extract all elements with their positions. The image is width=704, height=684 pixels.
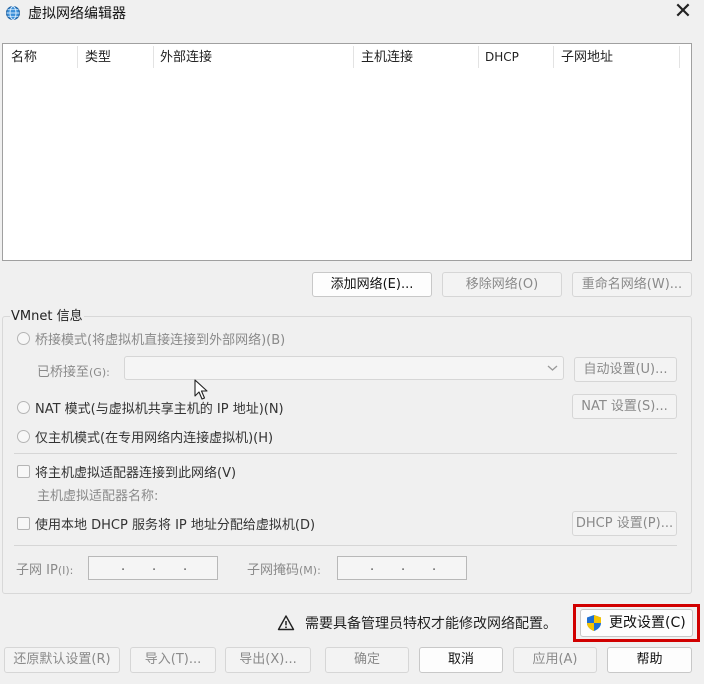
- ip-dot: .: [121, 559, 126, 574]
- subnet-mask-input[interactable]: . . .: [337, 556, 467, 580]
- subnet-ip-input[interactable]: . . .: [88, 556, 218, 580]
- dhcp-label: 使用本地 DHCP 服务将 IP 地址分配给虚拟机(D): [35, 518, 316, 533]
- column-separator[interactable]: [153, 46, 154, 68]
- subnet-mask-text: 子网掩码: [247, 563, 300, 578]
- column-header-external[interactable]: 外部连接: [160, 44, 212, 71]
- subnet-mask-accel: (M):: [299, 564, 321, 577]
- bridged-to-text: 已桥接至: [37, 365, 90, 380]
- dhcp-checkbox[interactable]: [17, 517, 30, 530]
- host-only-radio[interactable]: [17, 430, 30, 443]
- column-header-subnet[interactable]: 子网地址: [561, 44, 613, 71]
- window-title: 虚拟网络编辑器: [28, 6, 126, 22]
- admin-warning-text: 需要具备管理员特权才能修改网络配置。: [305, 616, 557, 632]
- subnet-mask-label: 子网掩码(M):: [247, 559, 321, 578]
- dhcp-settings-button[interactable]: DHCP 设置(P)...: [572, 511, 677, 536]
- mouse-cursor-icon: [194, 379, 208, 400]
- cancel-button[interactable]: 取消: [419, 647, 503, 673]
- connect-adapter-checkbox[interactable]: [17, 465, 30, 478]
- connect-adapter-label: 将主机虚拟适配器连接到此网络(V): [35, 466, 237, 481]
- bridged-to-accel: (G):: [89, 366, 110, 379]
- help-button[interactable]: 帮助: [607, 647, 692, 673]
- add-network-button[interactable]: 添加网络(E)...: [312, 272, 432, 297]
- nat-settings-button[interactable]: NAT 设置(S)...: [572, 394, 677, 419]
- subnet-ip-text: 子网 IP: [16, 563, 58, 578]
- column-separator[interactable]: [353, 46, 354, 68]
- bridged-to-label: 已桥接至(G):: [37, 361, 110, 380]
- column-separator[interactable]: [679, 46, 680, 68]
- apply-button[interactable]: 应用(A): [513, 647, 597, 673]
- vmnet-info-title: VMnet 信息: [10, 305, 84, 324]
- bridged-radio[interactable]: [17, 332, 30, 345]
- restore-defaults-button[interactable]: 还原默认设置(R): [4, 647, 120, 673]
- ok-button[interactable]: 确定: [325, 647, 409, 673]
- adapter-name-label: 主机虚拟适配器名称:: [37, 489, 159, 504]
- network-list[interactable]: 名称 类型 外部连接 主机连接 DHCP 子网地址: [2, 43, 692, 261]
- network-globe-icon: [6, 6, 20, 20]
- column-header-name[interactable]: 名称: [11, 44, 37, 71]
- close-icon[interactable]: ✕: [668, 0, 698, 26]
- column-separator[interactable]: [478, 46, 479, 68]
- column-header-type[interactable]: 类型: [85, 44, 111, 71]
- uac-shield-icon: [587, 615, 601, 631]
- column-header-host[interactable]: 主机连接: [361, 44, 413, 71]
- change-settings-label: 更改设置(C): [609, 615, 686, 631]
- divider: [14, 545, 677, 546]
- change-settings-button[interactable]: 更改设置(C): [580, 609, 693, 637]
- subnet-ip-accel: (I):: [57, 564, 74, 577]
- rename-network-button[interactable]: 重命名网络(W)...: [572, 272, 692, 297]
- column-header-dhcp[interactable]: DHCP: [485, 44, 519, 71]
- nat-radio-label: NAT 模式(与虚拟机共享主机的 IP 地址)(N): [35, 402, 284, 417]
- ip-dot: .: [152, 559, 157, 574]
- bridged-radio-label: 桥接模式(将虚拟机直接连接到外部网络)(B): [35, 333, 286, 348]
- bridged-to-select[interactable]: [124, 356, 564, 380]
- divider: [14, 453, 677, 454]
- column-separator[interactable]: [77, 46, 78, 68]
- export-button[interactable]: 导出(X)...: [225, 647, 311, 673]
- ip-dot: .: [370, 559, 375, 574]
- subnet-ip-label: 子网 IP(I):: [16, 559, 73, 578]
- ip-dot: .: [183, 559, 188, 574]
- remove-network-button[interactable]: 移除网络(O): [442, 272, 562, 297]
- nat-radio[interactable]: [17, 401, 30, 414]
- host-only-radio-label: 仅主机模式(在专用网络内连接虚拟机)(H): [35, 431, 274, 446]
- column-separator[interactable]: [553, 46, 554, 68]
- chevron-down-icon: [547, 365, 558, 371]
- ip-dot: .: [401, 559, 406, 574]
- warning-triangle-icon: [277, 615, 295, 631]
- auto-settings-button[interactable]: 自动设置(U)...: [574, 357, 677, 382]
- import-button[interactable]: 导入(T)...: [130, 647, 216, 673]
- ip-dot: .: [432, 559, 437, 574]
